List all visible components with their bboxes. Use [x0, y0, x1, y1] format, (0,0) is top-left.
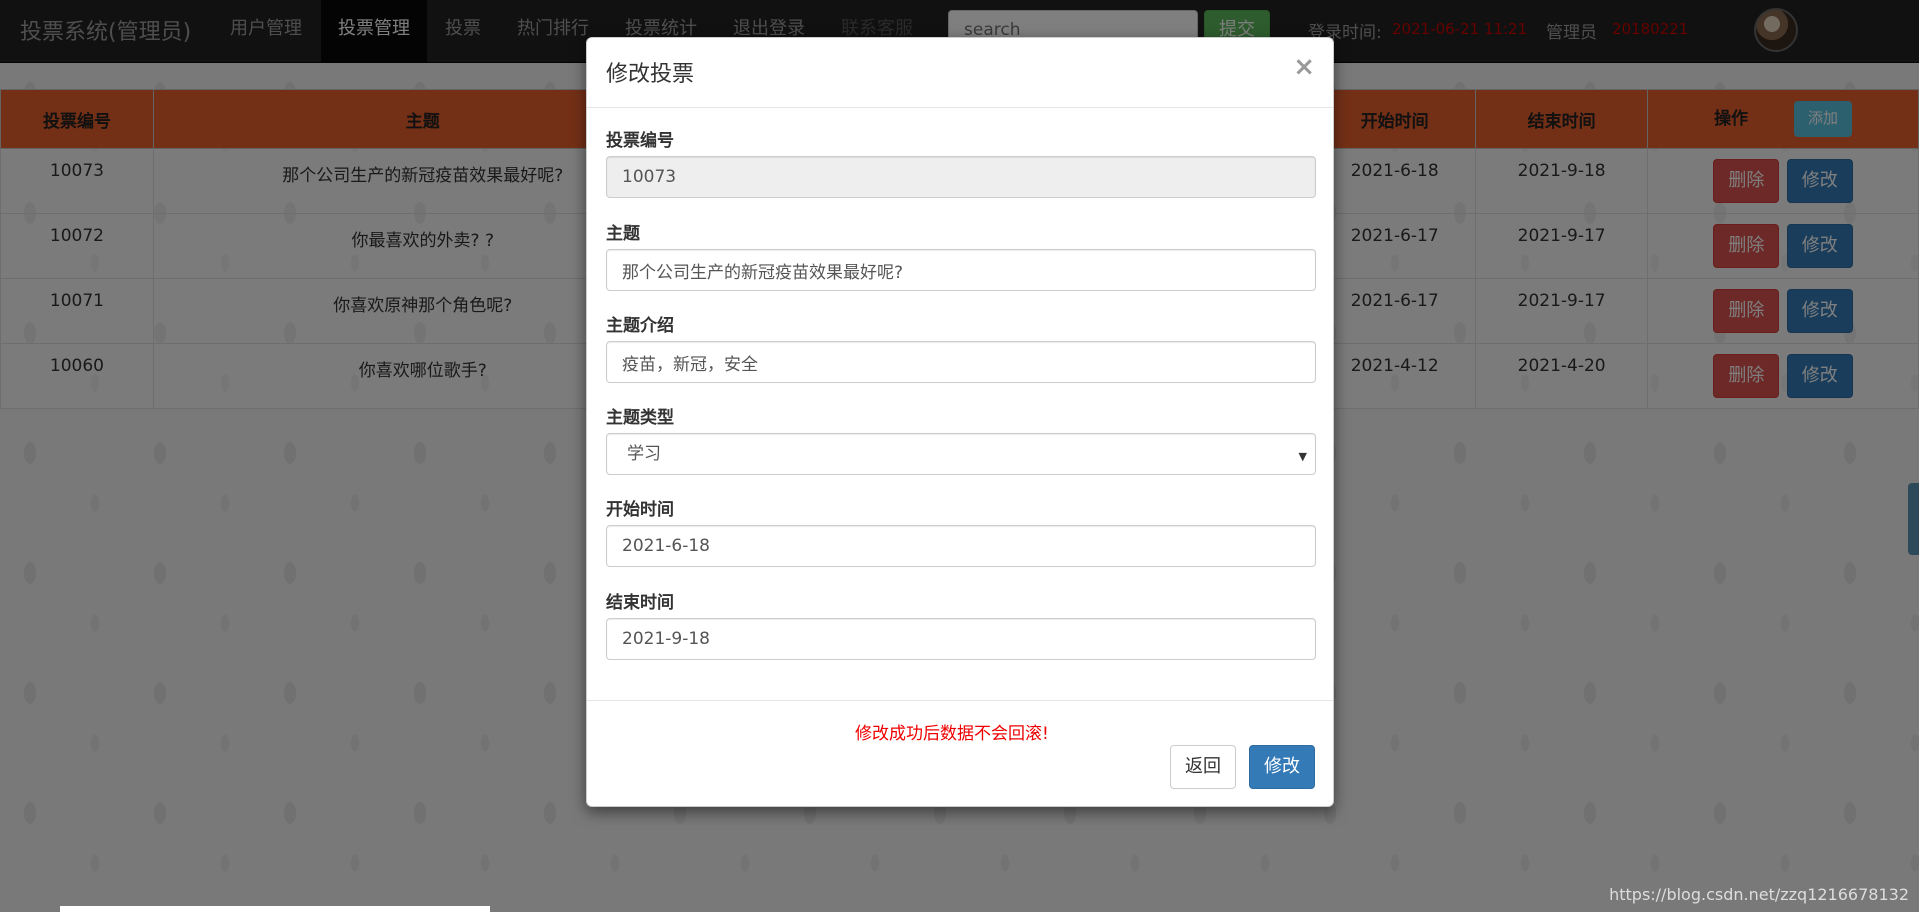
- end-time-label: 结束时间: [606, 593, 674, 613]
- topic-type-select-wrap: 学习 ▼: [606, 433, 1316, 475]
- topic-label: 主题: [606, 224, 640, 244]
- edit-vote-modal: 修改投票 × 投票编号 主题 主题介绍 主题类型 学习 ▼ 开始时间 结束时间 …: [586, 37, 1334, 807]
- modal-header: 修改投票 ×: [587, 38, 1333, 108]
- topic-type-label: 主题类型: [606, 408, 674, 428]
- start-time-label: 开始时间: [606, 500, 674, 520]
- bottom-scroll-strip: [60, 906, 490, 912]
- field-topic-intro: 主题介绍: [606, 311, 1316, 383]
- topic-intro-label: 主题介绍: [606, 316, 674, 336]
- field-topic-type: 主题类型 学习 ▼: [606, 403, 1316, 475]
- topic-type-select[interactable]: 学习: [606, 433, 1316, 475]
- vote-id-label: 投票编号: [606, 131, 674, 151]
- modal-title: 修改投票: [606, 62, 695, 87]
- field-vote-id: 投票编号: [606, 126, 1316, 198]
- side-widget-tab[interactable]: [1908, 483, 1919, 555]
- topic-intro-input[interactable]: [606, 341, 1316, 383]
- field-topic: 主题: [606, 219, 1316, 291]
- close-icon[interactable]: ×: [1293, 52, 1315, 82]
- modal-footer: 修改成功后数据不会回滚! 返回 修改: [587, 700, 1333, 806]
- watermark-url: https://blog.csdn.net/zzq1216678132: [1609, 885, 1909, 904]
- chevron-down-icon: ▼: [1298, 450, 1307, 463]
- start-time-input[interactable]: [606, 525, 1316, 567]
- back-button[interactable]: 返回: [1170, 745, 1236, 789]
- topic-input[interactable]: [606, 249, 1316, 291]
- warning-text: 修改成功后数据不会回滚!: [855, 724, 1049, 744]
- field-end-time: 结束时间: [606, 588, 1316, 660]
- end-time-input[interactable]: [606, 618, 1316, 660]
- submit-edit-button[interactable]: 修改: [1249, 745, 1315, 789]
- vote-id-input[interactable]: [606, 156, 1316, 198]
- field-start-time: 开始时间: [606, 495, 1316, 567]
